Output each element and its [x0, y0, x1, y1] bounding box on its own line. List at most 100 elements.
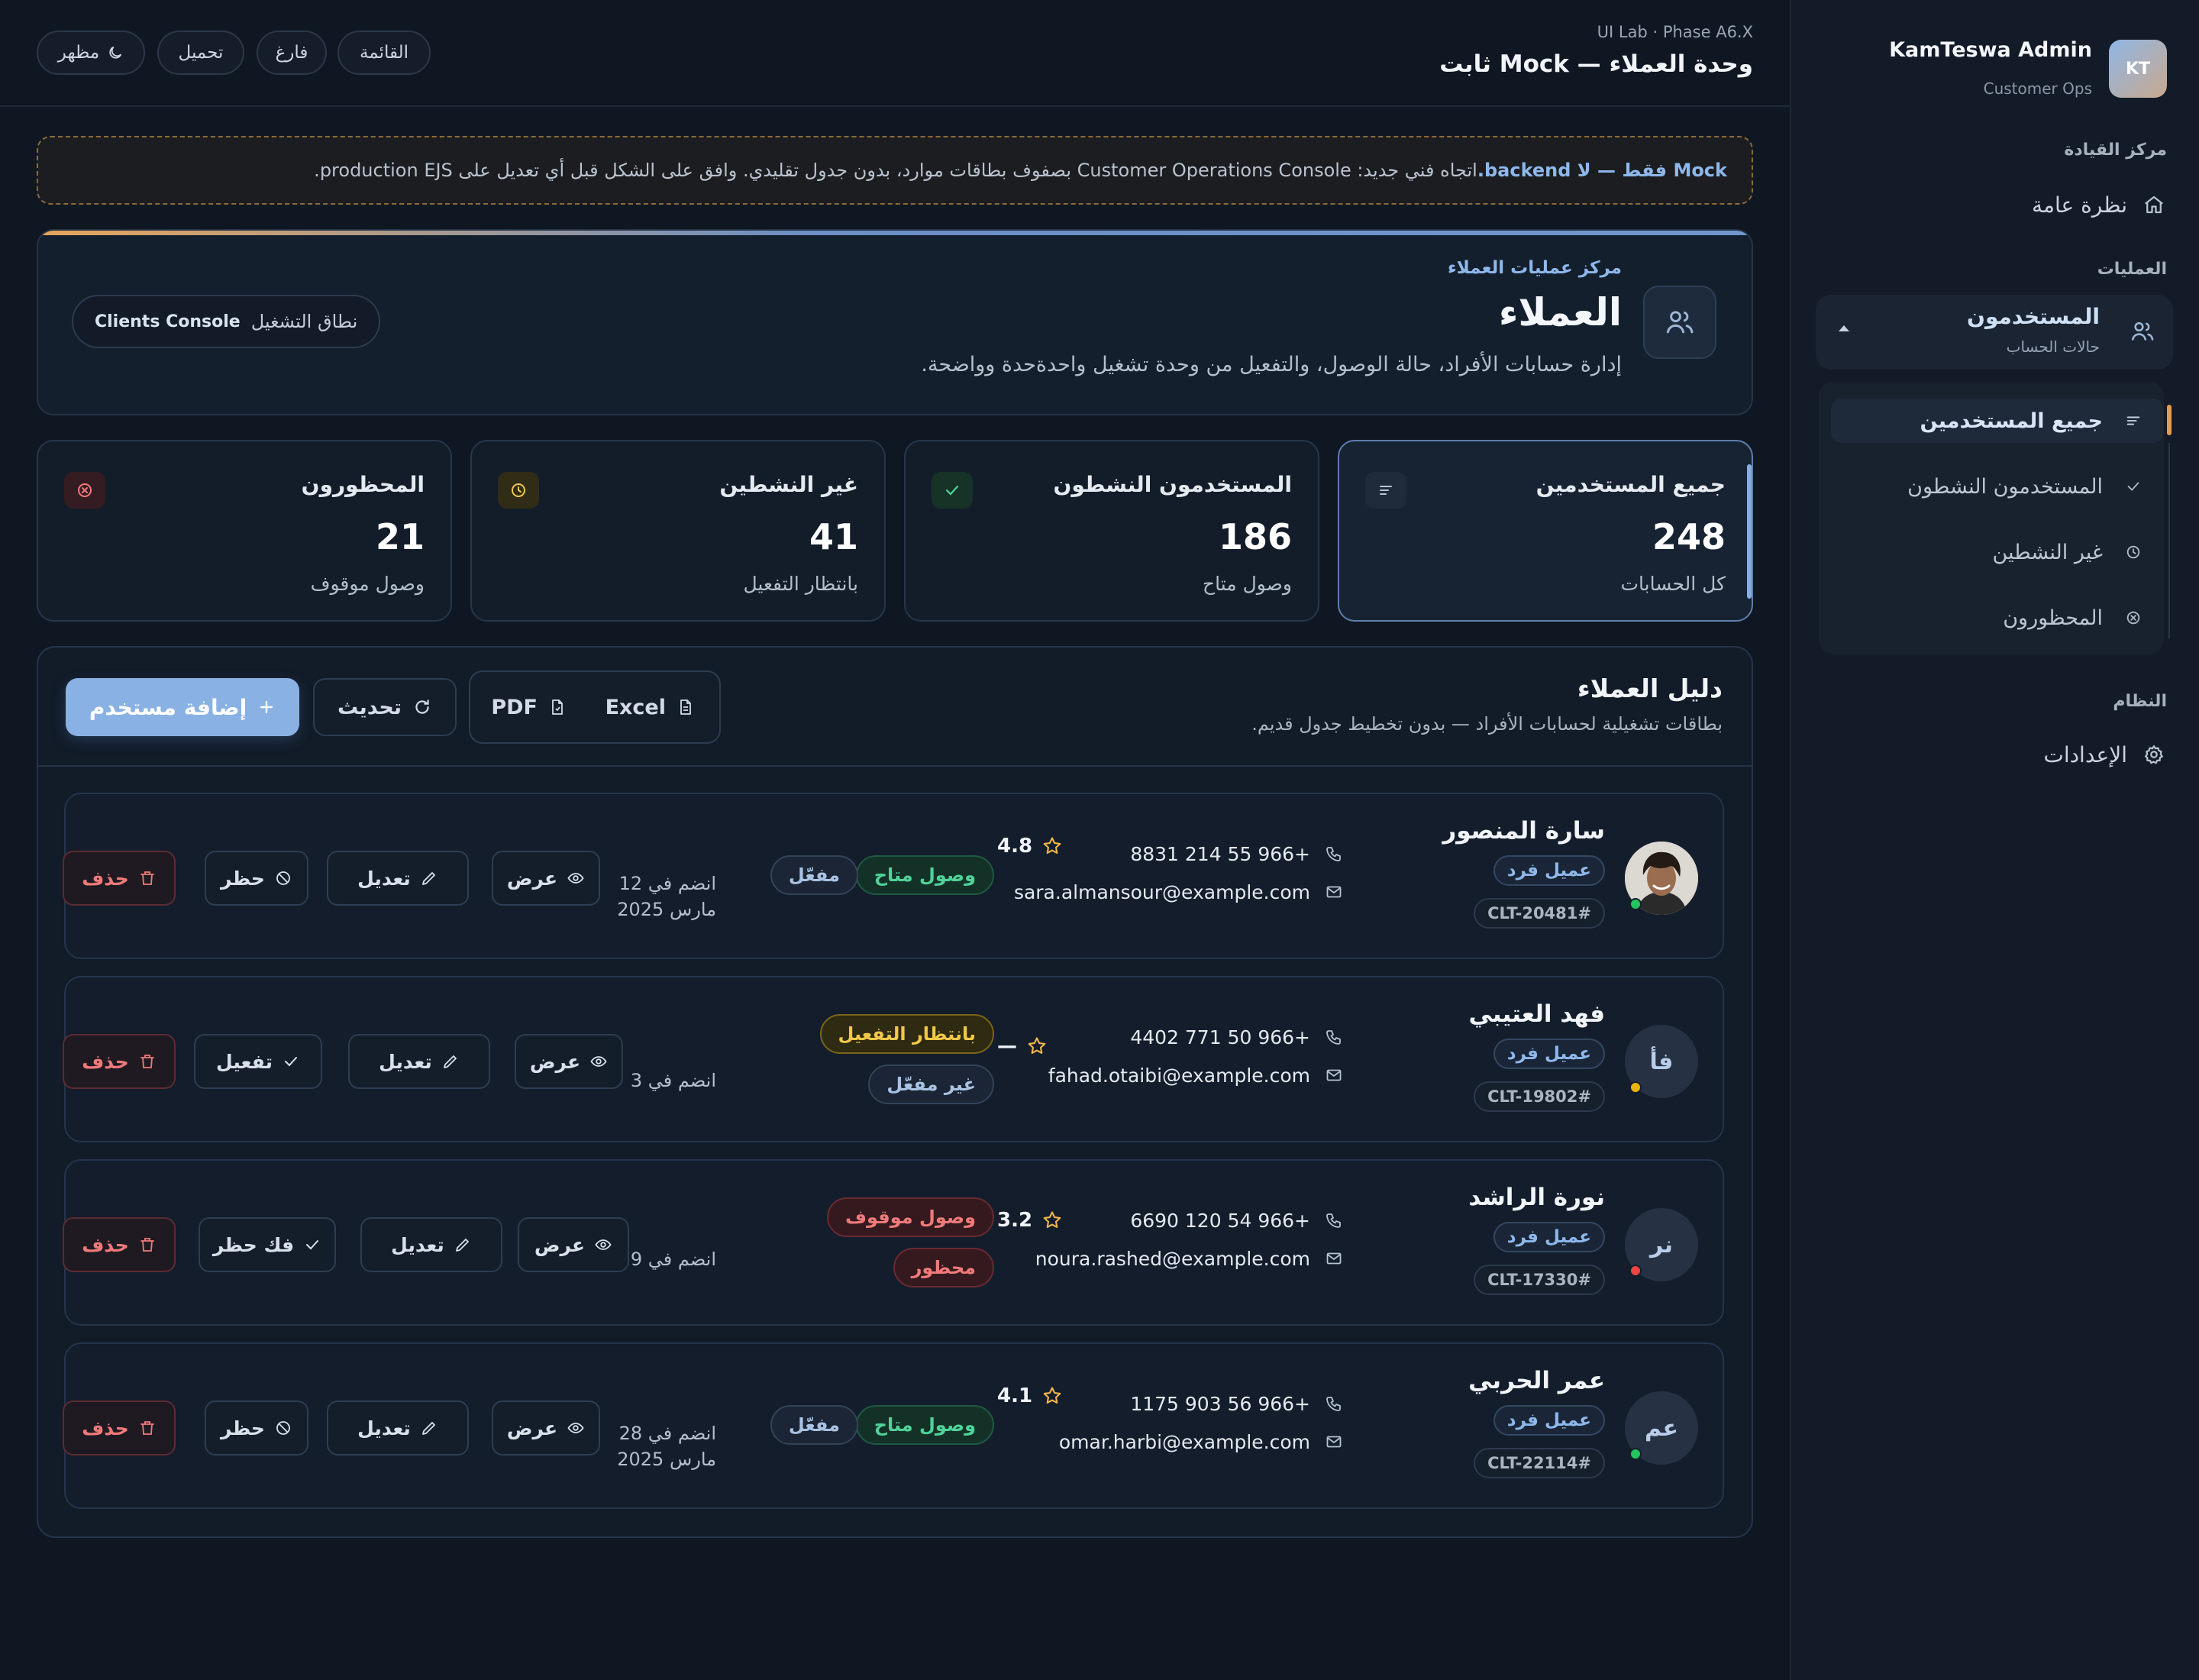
spreadsheet-icon — [676, 698, 695, 716]
sidebar-item-banned-users[interactable]: المحظورون — [1831, 596, 2164, 640]
stat-value: 21 — [375, 516, 425, 557]
sidebar-group-title: المستخدمون — [1967, 304, 2100, 329]
delete-button[interactable]: حذف — [63, 1401, 176, 1455]
eye-icon — [567, 869, 585, 887]
check-icon — [303, 1236, 321, 1254]
status-dot — [1629, 1081, 1642, 1094]
users-icon — [1643, 286, 1716, 359]
joined-date: انضم في 28 مارس 2025 — [617, 1423, 716, 1470]
stat-card-all-users[interactable]: جميع المستخدمين 248 كل الحسابات — [1338, 440, 1753, 622]
add-user-button[interactable]: إضافة مستخدم — [66, 678, 299, 736]
delete-button[interactable]: حذف — [63, 1034, 176, 1089]
client-type-badge: عميل فرد — [1493, 1405, 1605, 1436]
avatar[interactable]: عم — [1625, 1391, 1698, 1465]
view-button[interactable]: عرض — [518, 1217, 629, 1272]
edit-button[interactable]: تعديل — [327, 1401, 469, 1455]
notice-strong: Mock فقط — لا backend. — [1477, 160, 1727, 181]
email-address: noura.rashed@example.com — [1035, 1247, 1310, 1270]
sidebar-item-overview[interactable]: نظرة عامة — [2032, 185, 2167, 225]
list-state-button[interactable]: القائمة — [337, 31, 431, 75]
sidebar-item-inactive-users[interactable]: غير النشطين — [1831, 530, 2164, 574]
edit-button[interactable]: تعديل — [327, 851, 469, 906]
client-row[interactable]: سارة المنصور عميل فرد CLT-20481# +966 55… — [63, 793, 1724, 959]
ban-button[interactable]: حظر — [205, 1401, 308, 1455]
chevron-up-icon[interactable] — [1839, 325, 1849, 331]
clock-icon — [2124, 543, 2142, 561]
activation-status-badge: مفعّل — [770, 1405, 858, 1445]
clock-icon — [498, 472, 539, 509]
status-dot — [1629, 1448, 1642, 1460]
client-row[interactable]: عم عمر الحربي عميل فرد CLT-22114# +966 5… — [63, 1342, 1724, 1509]
button-label: عرض — [529, 1050, 581, 1073]
export-excel-button[interactable]: Excel — [605, 672, 695, 742]
check-icon — [282, 1052, 300, 1071]
stat-value: 248 — [1652, 516, 1726, 557]
button-label: مظهر — [57, 43, 100, 63]
empty-state-button[interactable]: فارغ — [257, 31, 327, 75]
client-name: عمر الحربي — [1468, 1367, 1605, 1394]
pencil-icon — [420, 1419, 438, 1437]
ban-status-badge: محظور — [893, 1248, 994, 1287]
sidebar-item-users[interactable]: المستخدمون حالات الحساب — [1816, 295, 2173, 370]
client-type-badge: عميل فرد — [1493, 1222, 1605, 1252]
activate-button[interactable]: تفعيل — [194, 1034, 322, 1089]
mail-icon — [1324, 1065, 1344, 1085]
button-label: تعديل — [379, 1050, 432, 1073]
sidebar-item-settings[interactable]: الإعدادات — [2043, 735, 2167, 774]
phone-number: +966 56 903 1175 — [1130, 1392, 1310, 1415]
avatar-initials: نر — [1650, 1231, 1673, 1258]
sidebar: KT KamTeswa Admin Customer Ops مركز القي… — [1790, 0, 2199, 1680]
stat-subtitle: كل الحسابات — [1620, 573, 1726, 595]
avatar-initials: عم — [1644, 1414, 1679, 1442]
sidebar-item-active-users[interactable]: المستخدمون النشطون — [1831, 464, 2164, 509]
stat-card-active-users[interactable]: المستخدمون النشطون 186 وصول متاح — [904, 440, 1319, 622]
button-label: حظر — [221, 1417, 265, 1439]
export-pdf-button[interactable]: PDF — [491, 672, 567, 742]
access-status-badge: بانتظار التفعيل — [819, 1014, 994, 1054]
client-row[interactable]: نر نورة الراشد عميل فرد CLT-17330# +966 … — [63, 1159, 1724, 1326]
avatar[interactable]: نر — [1625, 1208, 1698, 1281]
view-button[interactable]: عرض — [492, 851, 600, 906]
rating: 3.2 — [997, 1207, 1063, 1234]
hero-kicker: مركز عمليات العملاء — [1447, 258, 1622, 278]
hero-card: مركز عمليات العملاء العملاء إدارة حسابات… — [37, 229, 1753, 415]
client-phone: +966 56 903 1175 — [1130, 1390, 1344, 1417]
stat-subtitle: بانتظار التفعيل — [743, 573, 858, 595]
list-icon — [1365, 472, 1406, 509]
view-button[interactable]: عرض — [492, 1401, 600, 1455]
mock-notice: Mock فقط — لا backend. اتجاه فني جديد: C… — [37, 136, 1753, 205]
sidebar-item-all-users[interactable]: جميع المستخدمين — [1831, 399, 2164, 443]
plus-icon — [257, 698, 276, 716]
stat-card-banned-users[interactable]: المحظورون 21 وصول موقوف — [37, 440, 452, 622]
delete-button[interactable]: حذف — [63, 851, 176, 906]
appearance-toggle-button[interactable]: مظهر — [37, 31, 145, 75]
stat-label: جميع المستخدمين — [1535, 472, 1726, 497]
email-address: sara.almansour@example.com — [1013, 880, 1310, 903]
client-id-badge: CLT-17330# — [1474, 1265, 1605, 1295]
button-label: PDF — [491, 695, 538, 719]
client-email: sara.almansour@example.com — [1014, 878, 1344, 906]
ban-circle-icon — [2124, 609, 2142, 627]
avatar[interactable]: KT — [2109, 40, 2167, 98]
phone-number: +966 55 214 8831 — [1130, 842, 1310, 865]
stat-card-inactive-users[interactable]: غير النشطين 41 بانتظار التفعيل — [470, 440, 886, 622]
edit-button[interactable]: تعديل — [360, 1217, 502, 1272]
loading-state-button[interactable]: تحميل — [157, 31, 244, 75]
edit-button[interactable]: تعديل — [348, 1034, 490, 1089]
star-icon — [1041, 835, 1063, 857]
view-button[interactable]: عرض — [515, 1034, 623, 1089]
button-label: القائمة — [359, 43, 409, 63]
ban-button[interactable]: حظر — [205, 851, 308, 906]
refresh-button[interactable]: تحديث — [313, 678, 457, 736]
unban-button[interactable]: فك حظر — [199, 1217, 336, 1272]
phase-label: UI Lab · Phase A6.X — [1597, 23, 1753, 41]
delete-button[interactable]: حذف — [63, 1217, 176, 1272]
stat-accent-bar — [1747, 464, 1752, 599]
button-label: تفعيل — [216, 1050, 273, 1073]
trash-icon — [138, 1052, 157, 1071]
pencil-icon — [420, 869, 438, 887]
avatar[interactable] — [1625, 842, 1698, 915]
client-row[interactable]: فأ فهد العتيبي عميل فرد CLT-19802# +966 … — [63, 976, 1724, 1142]
button-label: عرض — [506, 867, 558, 890]
avatar[interactable]: فأ — [1625, 1025, 1698, 1098]
